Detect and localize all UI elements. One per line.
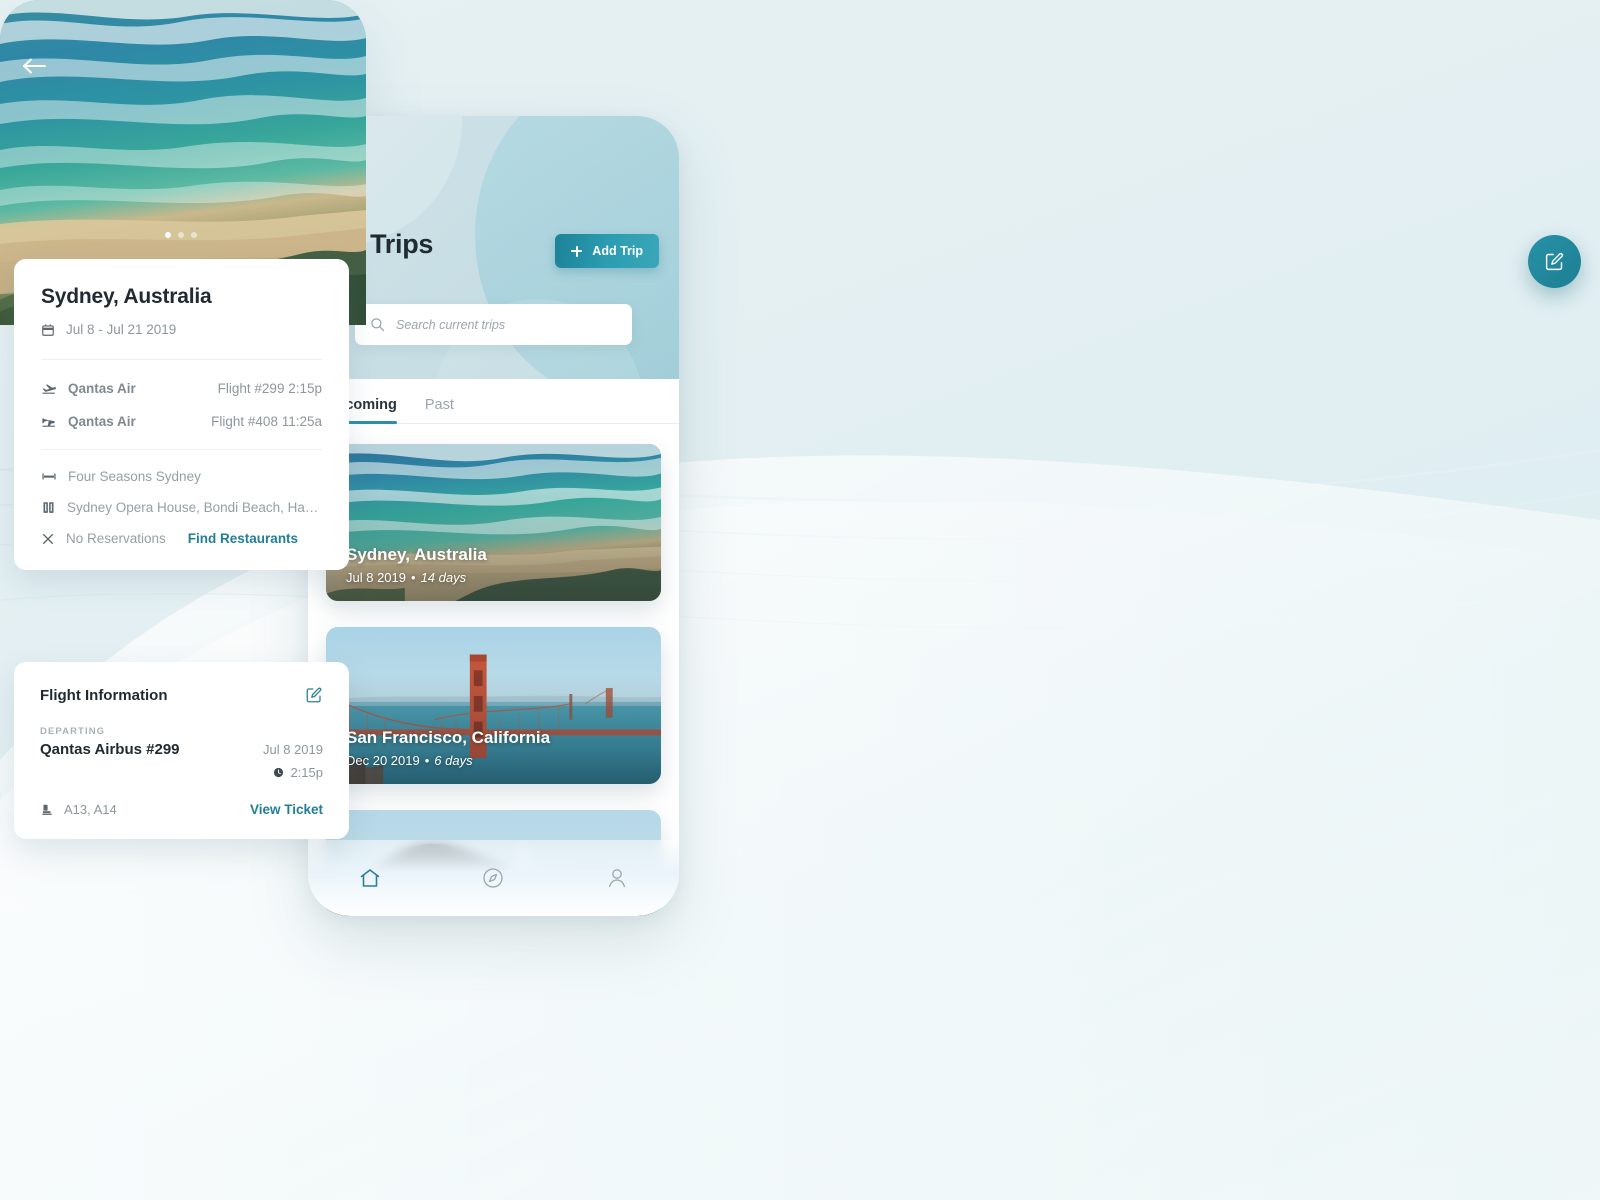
flight-row-returning[interactable]: Qantas Air Flight #408 11:25a bbox=[41, 413, 322, 429]
hotel-row[interactable]: Four Seasons Sydney bbox=[41, 469, 322, 484]
trip-card-sydney[interactable]: Sydney, Australia Jul 8 2019 • 14 days bbox=[326, 444, 661, 601]
trip-date-row: Jul 8 - Jul 21 2019 bbox=[41, 322, 322, 337]
seat-icon bbox=[40, 803, 54, 817]
flight-airline: Qantas Air bbox=[68, 413, 136, 429]
tab-past[interactable]: Past bbox=[425, 397, 454, 423]
reservations-row[interactable]: No Reservations Find Restaurants bbox=[41, 531, 322, 546]
flight-information-card: Flight Information DEPARTING Qantas Airb… bbox=[14, 662, 349, 839]
plus-icon bbox=[571, 245, 583, 257]
trip-name: Sydney, Australia bbox=[346, 545, 487, 564]
edit-trip-fab[interactable] bbox=[1528, 235, 1581, 288]
add-trip-label: Add Trip bbox=[592, 244, 643, 258]
profile-icon bbox=[605, 866, 629, 890]
flight-land-icon bbox=[41, 413, 57, 429]
trip-card-caption: San Francisco, California Dec 20 2019 • 6 … bbox=[346, 728, 550, 768]
flight-row-departing[interactable]: Qantas Air Flight #299 2:15p bbox=[41, 380, 322, 396]
compass-icon bbox=[481, 866, 505, 890]
seat-numbers: A13, A14 bbox=[64, 802, 117, 817]
flight-card-title: Flight Information bbox=[40, 686, 168, 704]
plane-name: Qantas Airbus #299 bbox=[40, 741, 180, 758]
detail-title: Sydney, Australia bbox=[41, 285, 212, 308]
carousel-dot-1[interactable] bbox=[165, 232, 171, 238]
trip-meta: Jul 8 2019 • 14 days bbox=[346, 570, 487, 585]
departing-flight-body: Qantas Airbus #299 Jul 8 2019 2:15p bbox=[40, 741, 323, 780]
departing-when: Jul 8 2019 2:15p bbox=[263, 741, 323, 780]
trips-tabs: Upcoming Past bbox=[308, 379, 679, 424]
trip-date-range: Jul 8 - Jul 21 2019 bbox=[66, 322, 177, 337]
book-icon bbox=[41, 500, 56, 515]
trip-separator: • bbox=[424, 753, 430, 768]
trip-date: Dec 20 2019 bbox=[346, 753, 420, 768]
carousel-dots[interactable] bbox=[165, 232, 197, 238]
departing-label: DEPARTING bbox=[40, 726, 106, 737]
bed-icon bbox=[41, 469, 57, 484]
edit-square-icon[interactable] bbox=[305, 686, 323, 704]
flight-card-header: Flight Information bbox=[40, 686, 323, 704]
calendar-icon bbox=[41, 323, 55, 337]
carousel-dot-3[interactable] bbox=[191, 232, 197, 238]
flight-takeoff-icon bbox=[41, 380, 57, 396]
flight-card-footer: A13, A14 View Ticket bbox=[40, 802, 323, 817]
trip-date: Jul 8 2019 bbox=[346, 570, 406, 585]
seats-row: A13, A14 bbox=[40, 802, 117, 817]
reservations-status: No Reservations bbox=[66, 531, 166, 546]
trip-duration: 6 days bbox=[434, 753, 473, 768]
trip-card-san-francisco[interactable]: San Francisco, California Dec 20 2019 • 6 … bbox=[326, 627, 661, 784]
trip-name: San Francisco, California bbox=[346, 728, 551, 747]
back-arrow-icon[interactable] bbox=[21, 57, 47, 75]
nav-item-explore[interactable] bbox=[473, 858, 513, 898]
trip-meta: Dec 20 2019 • 6 days bbox=[346, 753, 550, 768]
trip-card-caption: Sydney, Australia Jul 8 2019 • 14 days bbox=[346, 545, 487, 585]
home-icon bbox=[358, 866, 382, 890]
hotel-name: Four Seasons Sydney bbox=[68, 469, 201, 484]
activities-list: Sydney Opera House, Bondi Beach, Harbo… bbox=[67, 500, 319, 515]
find-restaurants-link[interactable]: Find Restaurants bbox=[188, 531, 298, 546]
trip-separator: • bbox=[411, 570, 416, 585]
view-ticket-link[interactable]: View Ticket bbox=[250, 802, 323, 817]
close-x-icon bbox=[41, 532, 55, 546]
carousel-dot-2[interactable] bbox=[178, 232, 184, 238]
edit-square-icon bbox=[1544, 251, 1565, 272]
search-input[interactable] bbox=[396, 317, 617, 332]
search-icon bbox=[370, 317, 385, 332]
add-trip-button[interactable]: Add Trip bbox=[555, 234, 659, 268]
flight-detail: Flight #299 2:15p bbox=[217, 380, 322, 396]
nav-item-profile[interactable] bbox=[597, 858, 637, 898]
departing-time: 2:15p bbox=[290, 765, 323, 780]
clock-icon bbox=[273, 767, 284, 778]
nav-item-home[interactable] bbox=[350, 858, 390, 898]
flight-airline: Qantas Air bbox=[68, 380, 136, 396]
activities-row[interactable]: Sydney Opera House, Bondi Beach, Harbo… bbox=[41, 500, 322, 515]
trip-duration: 14 days bbox=[420, 570, 467, 585]
search-bar[interactable] bbox=[355, 304, 632, 345]
flight-detail: Flight #408 11:25a bbox=[211, 413, 322, 429]
departing-time-row: 2:15p bbox=[263, 765, 323, 780]
bottom-navigation-bar bbox=[308, 840, 679, 916]
summary-divider-1 bbox=[41, 359, 322, 360]
departing-date: Jul 8 2019 bbox=[263, 742, 323, 757]
detail-phone-screen: Sydney, Australia Jul 8 - Jul 21 2019 Qa… bbox=[0, 0, 1581, 839]
trip-summary-card: Sydney, Australia Jul 8 - Jul 21 2019 Qa… bbox=[14, 259, 349, 570]
summary-divider-2 bbox=[41, 449, 322, 450]
